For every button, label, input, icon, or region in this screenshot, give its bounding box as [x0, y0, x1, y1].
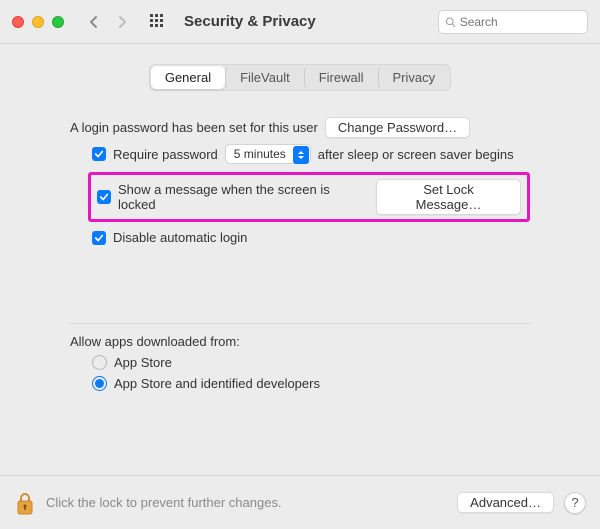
tab-filevault[interactable]: FileVault — [225, 66, 304, 89]
allow-apps-title: Allow apps downloaded from: — [70, 334, 530, 349]
disable-auto-login-label: Disable automatic login — [113, 230, 247, 245]
show-all-icon[interactable] — [150, 14, 166, 30]
preferences-window: Security & Privacy General FileVault Fir… — [0, 0, 600, 529]
set-lock-message-button[interactable]: Set Lock Message… — [376, 179, 521, 215]
identified-developers-row: App Store and identified developers — [70, 376, 530, 391]
window-controls — [12, 16, 64, 28]
radio-app-store-label: App Store — [114, 355, 172, 370]
toolbar: Security & Privacy — [0, 0, 600, 44]
show-message-highlight: Show a message when the screen is locked… — [88, 172, 530, 222]
advanced-button[interactable]: Advanced… — [457, 492, 554, 513]
require-password-label: Require password — [113, 147, 218, 162]
divider — [70, 323, 530, 324]
require-password-suffix: after sleep or screen saver begins — [318, 147, 514, 162]
require-password-delay-value: 5 minutes — [234, 147, 286, 161]
app-store-row: App Store — [70, 355, 530, 370]
change-password-button[interactable]: Change Password… — [325, 117, 470, 138]
show-message-label: Show a message when the screen is locked — [118, 182, 369, 212]
login-password-row: A login password has been set for this u… — [70, 117, 530, 138]
radio-identified-developers-label: App Store and identified developers — [114, 376, 320, 391]
search-field[interactable] — [438, 10, 588, 34]
back-button[interactable] — [82, 11, 106, 33]
general-panel: A login password has been set for this u… — [24, 103, 576, 475]
search-icon — [445, 16, 456, 28]
radio-app-store[interactable] — [92, 355, 107, 370]
require-password-row: Require password 5 minutes after sleep o… — [70, 144, 530, 164]
chevron-updown-icon — [293, 146, 309, 164]
require-password-delay-select[interactable]: 5 minutes — [225, 144, 311, 164]
forward-button[interactable] — [110, 11, 134, 33]
disable-auto-login-row: Disable automatic login — [70, 230, 530, 245]
tab-firewall[interactable]: Firewall — [304, 66, 378, 89]
nav-arrows — [82, 11, 134, 33]
footer: Click the lock to prevent further change… — [0, 475, 600, 529]
page-title: Security & Privacy — [184, 13, 316, 30]
radio-identified-developers[interactable] — [92, 376, 107, 391]
login-password-text: A login password has been set for this u… — [70, 120, 318, 135]
tab-bar: General FileVault Firewall Privacy — [149, 64, 451, 91]
search-input[interactable] — [460, 15, 581, 29]
disable-auto-login-checkbox[interactable] — [92, 231, 106, 245]
minimize-window-button[interactable] — [32, 16, 44, 28]
zoom-window-button[interactable] — [52, 16, 64, 28]
close-window-button[interactable] — [12, 16, 24, 28]
tab-privacy[interactable]: Privacy — [378, 66, 450, 89]
lock-icon[interactable] — [14, 489, 36, 517]
lock-hint-text: Click the lock to prevent further change… — [46, 495, 447, 510]
content: General FileVault Firewall Privacy A log… — [0, 44, 600, 475]
tab-general[interactable]: General — [151, 66, 225, 89]
help-button[interactable]: ? — [564, 492, 586, 514]
require-password-checkbox[interactable] — [92, 147, 106, 161]
show-message-checkbox[interactable] — [97, 190, 111, 204]
